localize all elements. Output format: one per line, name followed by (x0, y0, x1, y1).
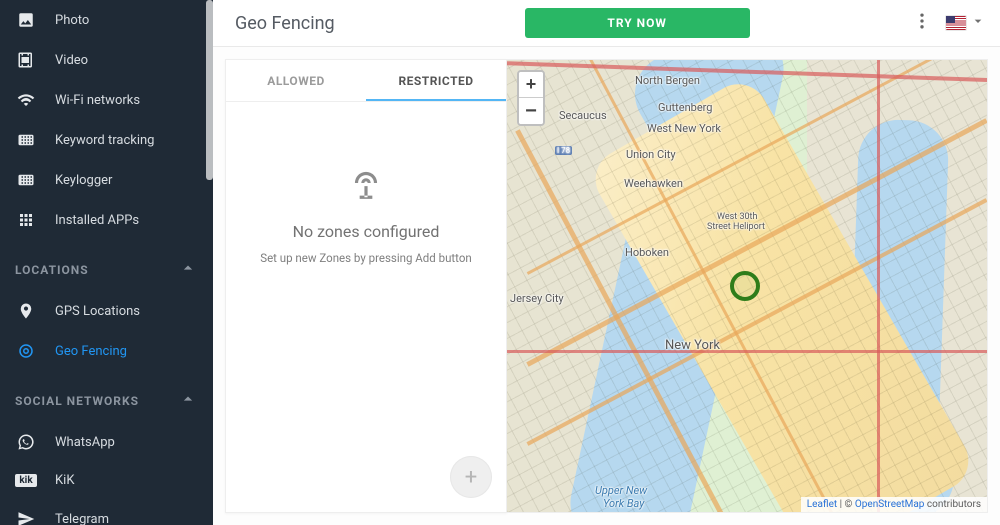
sidebar-item-label: Telegram (55, 512, 109, 525)
page-title: Geo Fencing (235, 13, 335, 34)
sidebar-item-kik[interactable]: kik KiK (0, 462, 213, 499)
zoom-out-button[interactable]: − (519, 98, 543, 124)
video-icon (15, 51, 37, 69)
map-label: Hoboken (625, 246, 669, 259)
map-label: Weehawken (624, 177, 683, 190)
sidebar-item-label: Photo (55, 13, 89, 28)
map-attribution: Leaflet | © OpenStreetMap contributors (801, 497, 987, 512)
sidebar-item-whatsapp[interactable]: WhatsApp (0, 422, 213, 462)
leaflet-link[interactable]: Leaflet (807, 499, 837, 510)
sidebar-item-photo[interactable]: Photo (0, 0, 213, 40)
sidebar-item-keylogger[interactable]: Keylogger (0, 160, 213, 200)
content: ALLOWED RESTRICTED No zones configured S… (213, 47, 1000, 525)
map-label: West 30th (717, 212, 757, 222)
chevron-up-icon (178, 389, 198, 412)
map-label: Secaucus (559, 109, 607, 122)
sidebar-item-label: Keylogger (55, 173, 112, 188)
try-now-button[interactable]: TRY NOW (525, 8, 750, 38)
map-label: North Bergen (635, 74, 700, 87)
map-label: Jersey City (510, 292, 564, 305)
main: Geo Fencing TRY NOW ALLOWED RESTRICTED N… (213, 0, 1000, 525)
sidebar-item-keyword[interactable]: Keyword tracking (0, 120, 213, 160)
map-label: Upper New (595, 484, 647, 497)
map-label: Street Heliport (707, 222, 765, 232)
sidebar-item-label: Installed APPs (55, 213, 139, 228)
pin-icon (15, 302, 37, 320)
antenna-icon (347, 164, 385, 206)
sidebar-item-gps[interactable]: GPS Locations (0, 291, 213, 331)
empty-state: No zones configured Set up new Zones by … (226, 102, 506, 512)
zoom-controls: + − (517, 70, 545, 126)
us-flag-icon (946, 16, 966, 30)
plus-icon: + (465, 465, 477, 490)
section-title: SOCIAL NETWORKS (15, 394, 139, 408)
tab-restricted[interactable]: RESTRICTED (366, 60, 506, 101)
empty-title: No zones configured (293, 222, 440, 241)
map-label: York Bay (603, 497, 644, 510)
zoom-in-button[interactable]: + (519, 72, 543, 98)
more-options-button[interactable] (912, 11, 932, 35)
whatsapp-icon (15, 433, 37, 451)
map-panel[interactable]: North Bergen Guttenberg Secaucus West Ne… (506, 59, 988, 513)
map-label-i78: I 78 (555, 146, 572, 155)
sidebar-item-label: Video (55, 53, 88, 68)
zones-panel: ALLOWED RESTRICTED No zones configured S… (225, 59, 507, 513)
chevron-up-icon (178, 258, 198, 281)
add-zone-button[interactable]: + (450, 456, 492, 498)
topbar: Geo Fencing TRY NOW (213, 0, 1000, 47)
tab-allowed[interactable]: ALLOWED (226, 60, 366, 101)
sidebar-item-label: Geo Fencing (55, 344, 127, 359)
keyboard-icon (15, 131, 37, 149)
tabs: ALLOWED RESTRICTED (226, 60, 506, 102)
apps-icon (15, 211, 37, 229)
target-icon (15, 342, 37, 360)
section-title: LOCATIONS (15, 263, 89, 277)
language-selector[interactable] (946, 13, 986, 33)
sidebar-item-telegram[interactable]: Telegram (0, 499, 213, 525)
scrollbar[interactable] (206, 0, 213, 180)
map-label: Guttenberg (658, 101, 712, 114)
sidebar-item-label: GPS Locations (55, 304, 140, 319)
sidebar-item-apps[interactable]: Installed APPs (0, 200, 213, 240)
section-header-locations[interactable]: LOCATIONS (0, 240, 213, 291)
sidebar-item-label: KiK (55, 473, 74, 488)
sidebar: Photo Video Wi-Fi networks Keyword track… (0, 0, 213, 525)
sidebar-item-label: WhatsApp (55, 435, 115, 450)
sidebar-item-video[interactable]: Video (0, 40, 213, 80)
kik-icon: kik (15, 474, 37, 487)
geofence-marker[interactable] (730, 271, 760, 301)
sidebar-item-wifi[interactable]: Wi-Fi networks (0, 80, 213, 120)
osm-link[interactable]: OpenStreetMap (855, 499, 925, 510)
photo-icon (15, 11, 37, 29)
sidebar-item-label: Wi-Fi networks (55, 93, 140, 108)
chevron-down-icon (970, 13, 986, 33)
map-label: New York (665, 338, 720, 353)
telegram-icon (15, 510, 37, 525)
section-header-social[interactable]: SOCIAL NETWORKS (0, 371, 213, 422)
map[interactable]: North Bergen Guttenberg Secaucus West Ne… (507, 60, 987, 512)
map-label: West New York (647, 122, 721, 135)
wifi-icon (15, 91, 37, 109)
empty-subtitle: Set up new Zones by pressing Add button (260, 251, 472, 265)
keyboard-icon (15, 171, 37, 189)
sidebar-item-geofencing[interactable]: Geo Fencing (0, 331, 213, 371)
map-label: Union City (626, 148, 676, 161)
sidebar-item-label: Keyword tracking (55, 133, 155, 148)
